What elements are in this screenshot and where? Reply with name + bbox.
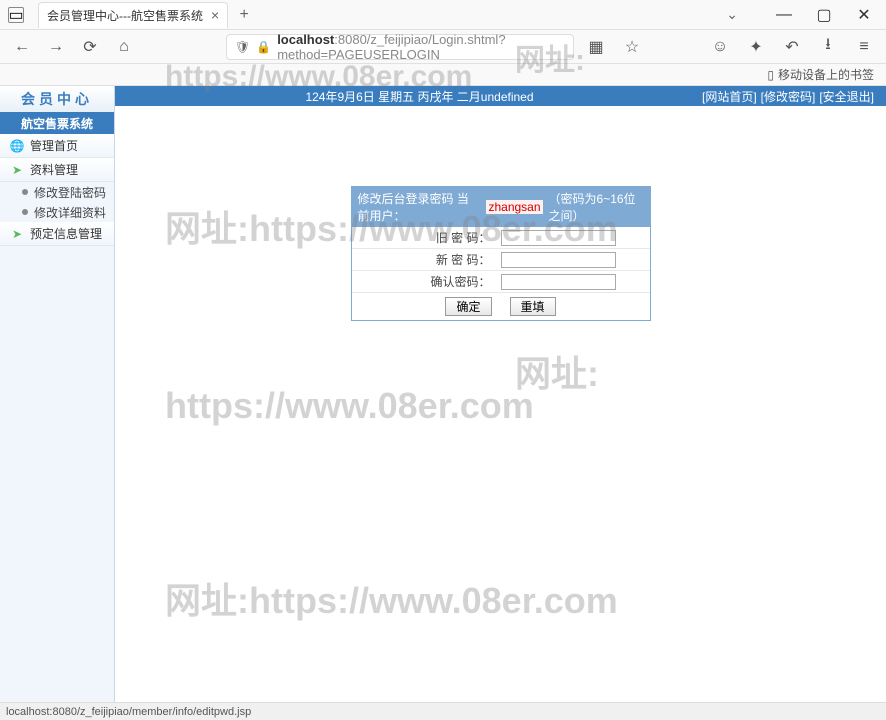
banner-date: 124年9月6日 星期五 丙戌年 二月undefined [137, 88, 702, 105]
status-bar: localhost:8080/z_feijipiao/member/info/e… [0, 702, 886, 720]
browser-tab-bar: ▭ 会员管理中心---航空售票系统 × + ⌄ — ▢ ✕ [0, 0, 886, 30]
browser-tab[interactable]: 会员管理中心---航空售票系统 × [38, 2, 228, 28]
tab-title: 会员管理中心---航空售票系统 [47, 7, 203, 24]
form-header: 修改后台登录密码 当前用户： zhangsan （密码为6~16位之间） [352, 187, 650, 227]
sidebar-item-label: 修改详细资料 [34, 204, 106, 221]
maximize-button[interactable]: ▢ [810, 1, 838, 29]
banner-link-logout[interactable]: [安全退出] [819, 88, 874, 105]
history-icon[interactable]: ↶ [780, 35, 804, 59]
bullet-icon [22, 189, 28, 195]
downloads-icon[interactable]: ⭳ [816, 35, 840, 59]
banner-links: [网站首页] [修改密码] [安全退出] [702, 88, 874, 105]
main-content: 修改后台登录密码 当前用户： zhangsan （密码为6~16位之间） 旧 密… [115, 106, 886, 702]
banner-link-pwd[interactable]: [修改密码] [761, 88, 816, 105]
new-tab-button[interactable]: + [232, 3, 256, 27]
back-button[interactable]: ← [10, 35, 34, 59]
sidebar-logo: 会员中心 [0, 86, 114, 112]
close-window-button[interactable]: ✕ [850, 1, 878, 29]
sidebar-sub-change-pwd[interactable]: 修改登陆密码 [0, 182, 114, 202]
banner-link-home[interactable]: [网站首页] [702, 88, 757, 105]
arrow-right-icon: ➤ [10, 163, 24, 177]
qr-icon[interactable]: ▦ [584, 35, 608, 59]
sidebar-subtitle: 航空售票系统 [0, 112, 114, 134]
status-text: localhost:8080/z_feijipiao/member/info/e… [6, 706, 251, 718]
sidebar-item-profile-mgmt[interactable]: ➤ 资料管理 [0, 158, 114, 182]
sidebar-item-label: 预定信息管理 [30, 225, 102, 242]
sidebar-item-home[interactable]: 🌐 管理首页 [0, 134, 114, 158]
reload-button[interactable]: ⟳ [78, 35, 102, 59]
device-icon: ▯ [767, 68, 774, 82]
old-password-label: 旧 密 码： [352, 229, 497, 246]
window-icon: ▭ [8, 7, 24, 23]
sidebar-item-label: 修改登陆密码 [34, 184, 106, 201]
bullet-icon [22, 209, 28, 215]
url-bar[interactable]: 🛡 🔒 localhost:8080/z_feijipiao/Login.sht… [226, 34, 574, 60]
sidebar-sub-edit-detail[interactable]: 修改详细资料 [0, 202, 114, 222]
sidebar-item-label: 资料管理 [30, 161, 78, 178]
top-banner: 124年9月6日 星期五 丙戌年 二月undefined [网站首页] [修改密… [115, 86, 886, 106]
extensions-icon[interactable]: ✦ [744, 35, 768, 59]
account-icon[interactable]: ☺ [708, 35, 732, 59]
browser-nav-bar: ← → ⟳ ⌂ 🛡 🔒 localhost:8080/z_feijipiao/L… [0, 30, 886, 64]
globe-icon: 🌐 [10, 139, 24, 153]
close-tab-icon[interactable]: × [211, 7, 219, 23]
submit-button[interactable]: 确定 [445, 297, 491, 316]
star-icon[interactable]: ☆ [620, 35, 644, 59]
new-password-input[interactable] [501, 252, 616, 268]
url-text: localhost:8080/z_feijipiao/Login.shtml?m… [277, 32, 565, 62]
arrow-right-icon: ➤ [10, 227, 24, 241]
current-user: zhangsan [486, 200, 542, 214]
new-password-label: 新 密 码： [352, 251, 497, 268]
confirm-password-label: 确认密码： [352, 273, 497, 290]
reset-button[interactable]: 重填 [510, 297, 556, 316]
minimize-button[interactable]: — [770, 1, 798, 29]
app-wrapper: 会员中心 航空售票系统 🌐 管理首页 ➤ 资料管理 修改登陆密码 修改详细资料 [0, 86, 886, 702]
change-password-form: 修改后台登录密码 当前用户： zhangsan （密码为6~16位之间） 旧 密… [351, 186, 651, 321]
forward-button[interactable]: → [44, 35, 68, 59]
home-button[interactable]: ⌂ [112, 35, 136, 59]
bookmark-bar: ▯ 移动设备上的书签 [0, 64, 886, 86]
sidebar-item-label: 管理首页 [30, 137, 78, 154]
mobile-bookmarks-link[interactable]: ▯ 移动设备上的书签 [767, 66, 874, 83]
password-hint: （密码为6~16位之间） [549, 190, 644, 224]
lock-icon: 🔒 [256, 40, 271, 54]
sidebar: 会员中心 航空售票系统 🌐 管理首页 ➤ 资料管理 修改登陆密码 修改详细资料 [0, 86, 115, 702]
confirm-password-input[interactable] [501, 274, 616, 290]
sidebar-item-booking-mgmt[interactable]: ➤ 预定信息管理 [0, 222, 114, 246]
chevron-down-icon[interactable]: ⌄ [726, 6, 738, 23]
old-password-input[interactable] [501, 230, 616, 246]
shield-icon: 🛡 [235, 40, 250, 54]
menu-icon[interactable]: ≡ [852, 35, 876, 59]
